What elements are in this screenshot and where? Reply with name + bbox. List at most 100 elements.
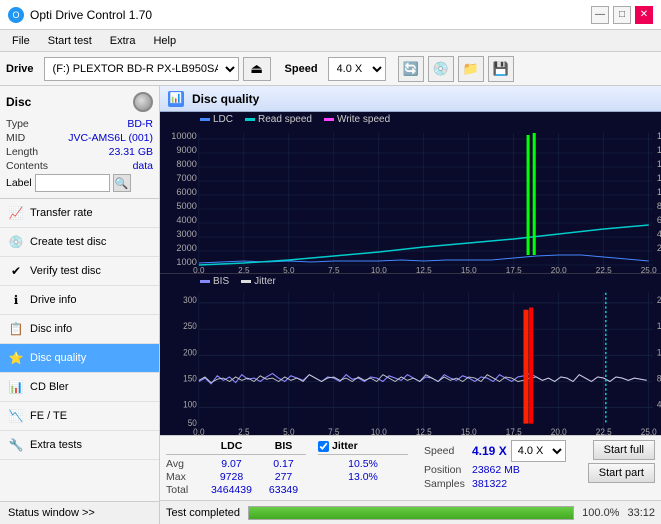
jitter-checkbox[interactable]	[318, 441, 329, 452]
avg-label: Avg	[166, 458, 202, 470]
svg-text:6x: 6x	[657, 215, 661, 225]
stats-main-row: LDC BIS Avg 9.07 0.17 Max 9728 277	[166, 440, 655, 496]
drive-icon-1[interactable]: 🔄	[398, 56, 424, 82]
samples-value: 381322	[472, 478, 507, 490]
upper-legend: LDC Read speed Write speed	[160, 112, 661, 125]
charts-container: LDC Read speed Write speed	[160, 112, 661, 435]
svg-text:7.5: 7.5	[328, 266, 340, 273]
svg-text:3000: 3000	[176, 229, 196, 239]
drive-label: Drive	[6, 63, 34, 75]
sidebar-item-verify-test-disc[interactable]: ✔ Verify test disc	[0, 257, 159, 286]
sidebar-item-cd-bler[interactable]: 📊 CD Bler	[0, 373, 159, 402]
avg-bis: 0.17	[261, 458, 306, 470]
status-text: Test completed	[166, 507, 240, 519]
bis-header: BIS	[261, 440, 306, 452]
svg-text:7.5: 7.5	[328, 427, 340, 435]
svg-text:2.5: 2.5	[238, 427, 250, 435]
bottom-bar: Test completed 100.0% 33:12	[160, 500, 661, 524]
start-buttons: Start full Start part	[588, 440, 655, 483]
fe-te-icon: 📉	[8, 408, 24, 424]
svg-text:0.0: 0.0	[193, 427, 205, 435]
sidebar-item-drive-info[interactable]: ℹ Drive info	[0, 286, 159, 315]
maximize-button[interactable]: □	[613, 6, 631, 24]
sidebar-item-create-test-disc[interactable]: 💿 Create test disc	[0, 228, 159, 257]
svg-text:18x: 18x	[657, 131, 661, 141]
disc-label-label: Label	[6, 177, 32, 189]
menu-extra[interactable]: Extra	[102, 33, 144, 49]
disc-length-field: Length 23.31 GB	[6, 146, 153, 158]
label-icon-button[interactable]: 🔍	[113, 174, 131, 192]
svg-text:22.5: 22.5	[596, 427, 612, 435]
chart-title: Disc quality	[192, 92, 259, 106]
eject-button[interactable]: ⏏	[243, 57, 271, 81]
svg-text:12%: 12%	[657, 347, 661, 358]
svg-text:15.0: 15.0	[461, 266, 477, 273]
svg-text:100: 100	[183, 399, 197, 410]
status-window-button[interactable]: Status window >>	[0, 501, 159, 524]
sidebar-item-extra-tests[interactable]: 🔧 Extra tests	[0, 431, 159, 460]
disc-info-icon: 📋	[8, 321, 24, 337]
main-area: Disc Type BD-R MID JVC-AMS6L (001) Lengt…	[0, 86, 661, 524]
chart-header: 📊 Disc quality	[160, 86, 661, 112]
menu-file[interactable]: File	[4, 33, 38, 49]
speed-label: Speed	[285, 63, 318, 75]
app-icon: O	[8, 7, 24, 23]
samples-label: Samples	[424, 478, 468, 490]
disc-label-input[interactable]	[35, 174, 110, 192]
jitter-dot	[241, 280, 251, 283]
speed-select[interactable]: 4.0 X	[328, 57, 386, 81]
svg-text:2x: 2x	[657, 243, 661, 253]
jitter-legend: Jitter	[241, 276, 276, 287]
svg-text:300: 300	[183, 295, 197, 306]
svg-text:5000: 5000	[176, 201, 196, 211]
speed-dropdown[interactable]: 4.0 X	[511, 440, 566, 462]
sidebar-item-disc-info[interactable]: 📋 Disc info	[0, 315, 159, 344]
svg-text:6000: 6000	[176, 187, 196, 197]
lower-legend: BIS Jitter	[160, 274, 661, 287]
create-test-disc-icon: 💿	[8, 234, 24, 250]
speed-static-label: Speed	[424, 445, 468, 457]
bis-dot	[200, 280, 210, 283]
svg-text:20.0: 20.0	[551, 427, 567, 435]
bis-legend: BIS	[200, 276, 229, 287]
content-right: 📊 Disc quality LDC Read speed	[160, 86, 661, 524]
svg-text:2000: 2000	[176, 243, 196, 253]
total-ldc: 3464439	[204, 484, 259, 496]
sidebar-item-disc-quality[interactable]: ⭐ Disc quality	[0, 344, 159, 373]
menu-start-test[interactable]: Start test	[40, 33, 100, 49]
start-part-button[interactable]: Start part	[588, 463, 655, 483]
drive-select[interactable]: (F:) PLEXTOR BD-R PX-LB950SA 1.06	[44, 57, 239, 81]
svg-text:12.5: 12.5	[416, 427, 432, 435]
write-speed-legend: Write speed	[324, 114, 390, 125]
sidebar: Disc Type BD-R MID JVC-AMS6L (001) Lengt…	[0, 86, 160, 524]
write-speed-dot	[324, 118, 334, 121]
close-button[interactable]: ✕	[635, 6, 653, 24]
max-label: Max	[166, 471, 202, 483]
nav-items: 📈 Transfer rate 💿 Create test disc ✔ Ver…	[0, 199, 159, 501]
read-speed-dot	[245, 118, 255, 121]
disc-icon	[133, 92, 153, 112]
svg-text:7000: 7000	[176, 173, 196, 183]
drive-icon-2[interactable]: 💿	[428, 56, 454, 82]
upper-chart-svg: 10000 9000 8000 7000 6000 5000 4000 3000…	[160, 125, 661, 273]
progress-bar	[248, 506, 574, 520]
svg-text:17.5: 17.5	[506, 427, 522, 435]
avg-ldc: 9.07	[204, 458, 259, 470]
sidebar-item-fe-te[interactable]: 📉 FE / TE	[0, 402, 159, 431]
ldc-legend: LDC	[200, 114, 233, 125]
menu-help[interactable]: Help	[145, 33, 184, 49]
svg-text:10.0: 10.0	[371, 266, 387, 273]
svg-text:17.5: 17.5	[506, 266, 522, 273]
sidebar-item-transfer-rate[interactable]: 📈 Transfer rate	[0, 199, 159, 228]
disc-mid-field: MID JVC-AMS6L (001)	[6, 132, 153, 144]
svg-text:4x: 4x	[657, 229, 661, 239]
drive-icon-3[interactable]: 📁	[458, 56, 484, 82]
upper-chart: 10000 9000 8000 7000 6000 5000 4000 3000…	[160, 125, 661, 274]
cd-bler-icon: 📊	[8, 379, 24, 395]
drive-icon-save[interactable]: 💾	[488, 56, 514, 82]
max-jitter: 13.0%	[318, 471, 408, 483]
drive-toolbar: 🔄 💿 📁 💾	[398, 56, 514, 82]
start-full-button[interactable]: Start full	[593, 440, 655, 460]
svg-text:4%: 4%	[657, 399, 661, 410]
minimize-button[interactable]: —	[591, 6, 609, 24]
